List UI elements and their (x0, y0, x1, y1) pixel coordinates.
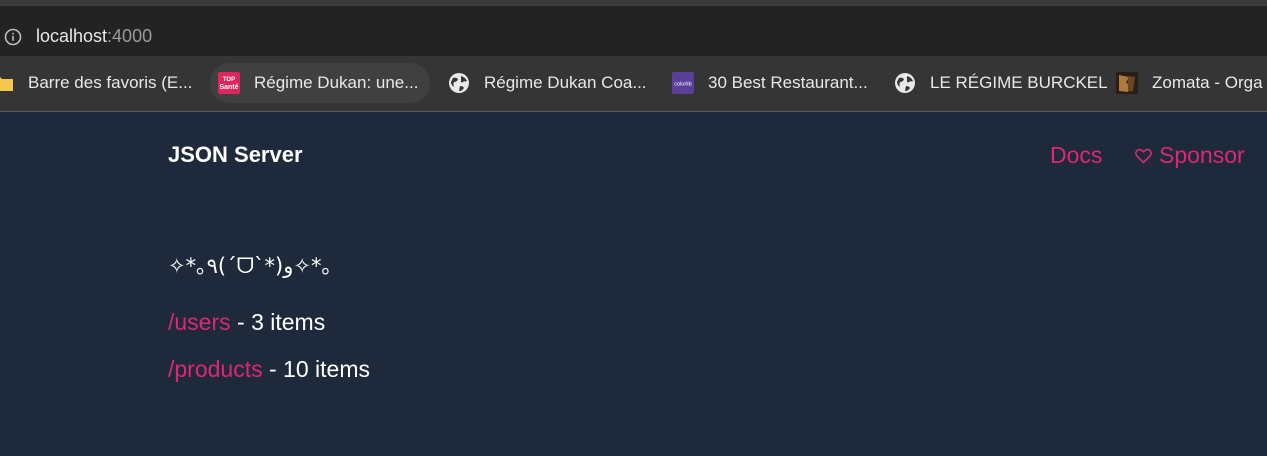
colorlib-logo-icon: colorlib (672, 72, 694, 94)
heart-icon (1135, 148, 1152, 163)
bookmark-label: 30 Best Restaurant... (708, 73, 868, 92)
url-port: :4000 (107, 26, 153, 46)
bookmark-regime-dukan[interactable]: TOP Santé Régime Dukan: une... (210, 63, 431, 103)
resource-item-products: /products - 10 items (168, 356, 370, 383)
svg-text:Santé: Santé (219, 84, 238, 91)
svg-text:TOP: TOP (223, 77, 235, 83)
docs-link[interactable]: Docs (1050, 142, 1102, 169)
bookmark-folder-favoris[interactable]: Barre des favoris (E... (0, 63, 202, 103)
resource-item-users: /users - 3 items (168, 309, 325, 336)
sponsor-link[interactable]: Sponsor (1135, 142, 1245, 169)
address-bar[interactable]: localhost:4000 (0, 6, 1267, 56)
bookmark-label: Régime Dukan: une... (254, 73, 419, 92)
globe-icon (449, 73, 469, 93)
svg-text:colorlib: colorlib (674, 82, 691, 88)
bookmark-label: LE RÉGIME BURCKEL (930, 73, 1108, 92)
bookmark-regime-burckel[interactable]: LE RÉGIME BURCKEL (894, 63, 1118, 103)
resource-link-products[interactable]: /products (168, 356, 263, 382)
info-icon[interactable] (4, 28, 22, 46)
url-text[interactable]: localhost:4000 (36, 26, 152, 47)
brand-title: JSON Server (168, 142, 303, 167)
globe-icon (895, 73, 915, 93)
bookmark-30-best-restaurant[interactable]: colorlib 30 Best Restaurant... (672, 63, 878, 103)
page-content: JSON Server Docs Sponsor ✧*｡٩(ˊᗜˋ*)و✧*｡ … (0, 112, 1267, 456)
kaomoji-text: ✧*｡٩(ˊᗜˋ*)و✧*｡ (168, 254, 332, 278)
bookmark-label: Régime Dukan Coa... (484, 73, 647, 92)
sponsor-label: Sponsor (1159, 142, 1245, 168)
resource-count: - 3 items (230, 309, 326, 335)
resource-count: - 10 items (262, 356, 370, 382)
url-host: localhost (36, 26, 108, 46)
topsante-logo-icon: TOP Santé (218, 72, 240, 94)
bookmark-label: Zomata - Orga (1152, 73, 1263, 92)
bookmark-zomata[interactable]: Zomata - Orga (1116, 63, 1267, 103)
bookmark-regime-dukan-coach[interactable]: Régime Dukan Coa... (448, 63, 657, 103)
bookmark-label: Barre des favoris (E... (28, 73, 193, 92)
bookmarks-bar: Barre des favoris (E... TOP Santé Régime… (0, 56, 1267, 111)
folder-icon (0, 77, 13, 91)
zomata-logo-icon (1116, 72, 1138, 94)
resource-link-users[interactable]: /users (168, 309, 231, 335)
